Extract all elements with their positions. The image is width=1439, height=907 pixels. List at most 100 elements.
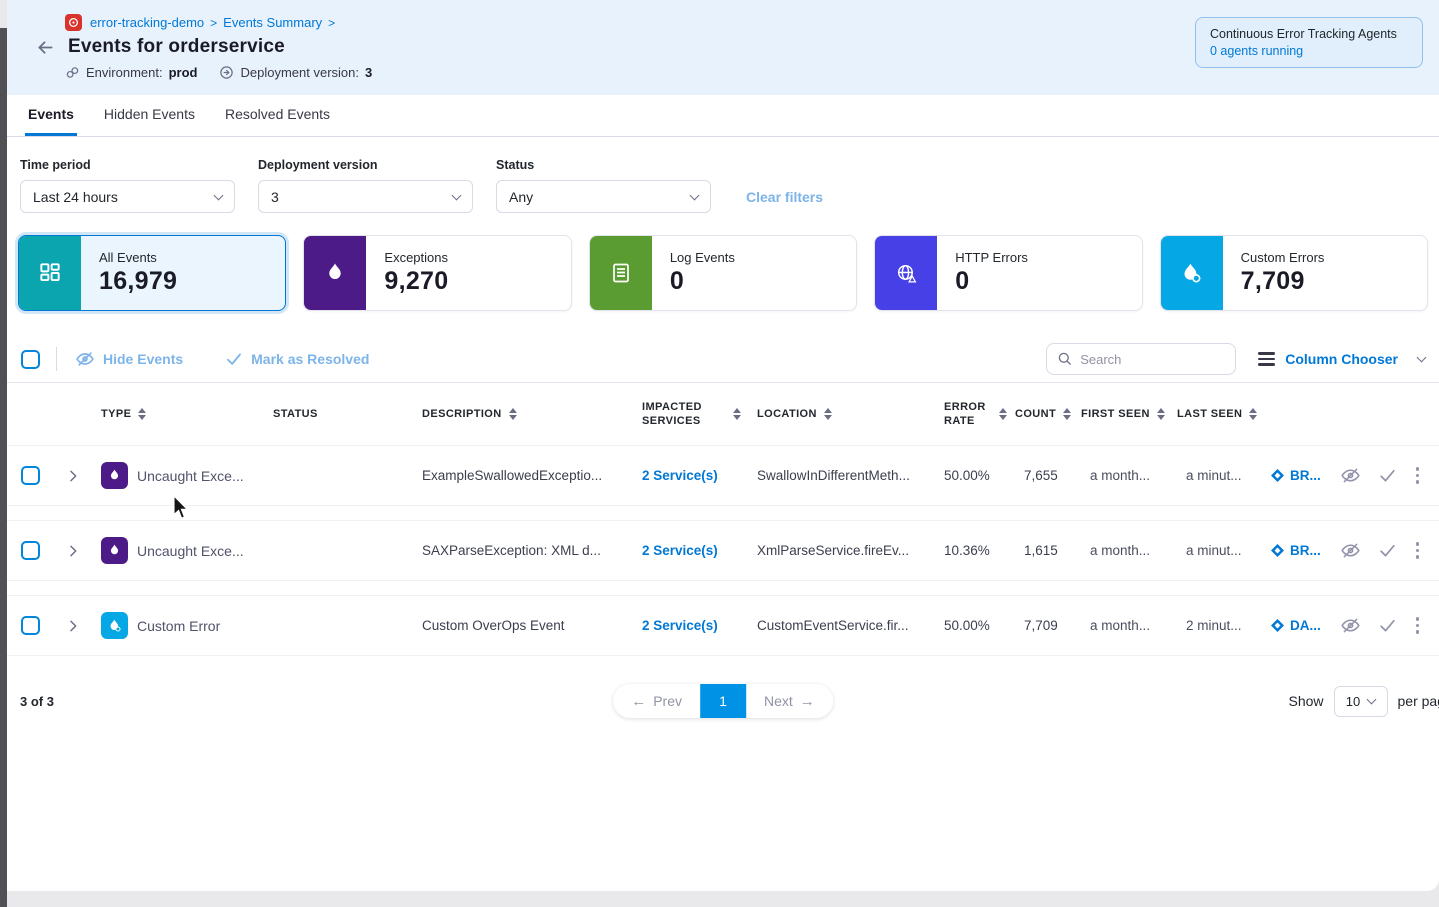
sort-icon[interactable] xyxy=(733,408,741,420)
last-seen: 2 minut... xyxy=(1169,618,1259,633)
search-icon xyxy=(1057,351,1073,367)
tab-hidden-events[interactable]: Hidden Events xyxy=(101,95,198,136)
card-label: Exceptions xyxy=(384,250,448,265)
tab-events[interactable]: Events xyxy=(25,95,77,136)
impacted-services-link[interactable]: 2 Service(s) xyxy=(621,618,718,633)
hide-event-icon[interactable] xyxy=(1340,465,1361,486)
sort-icon[interactable] xyxy=(509,408,517,420)
check-icon xyxy=(225,350,243,368)
page-number-button[interactable]: 1 xyxy=(700,684,746,718)
select-all-checkbox[interactable] xyxy=(21,350,40,369)
sort-icon[interactable] xyxy=(138,408,146,420)
sort-icon[interactable] xyxy=(1157,408,1165,420)
bulk-actions-toolbar: Hide Events Mark as Resolved Column Choo… xyxy=(7,311,1439,375)
prev-page-button[interactable]: ← Prev xyxy=(613,684,700,718)
version-badge[interactable]: DA... xyxy=(1259,618,1335,633)
row-menu-icon[interactable] xyxy=(1414,465,1422,486)
card-value: 0 xyxy=(955,267,1028,296)
events-table: TYPE STATUS DESCRIPTION IMPACTED SERVICE… xyxy=(7,382,1439,656)
time-period-value: Last 24 hours xyxy=(33,189,118,205)
chevron-down-icon xyxy=(452,190,462,200)
version-badge[interactable]: BR... xyxy=(1259,468,1335,483)
event-description: SAXParseException: XML d... xyxy=(401,543,621,558)
status-select[interactable]: Any xyxy=(496,180,711,213)
chevron-down-icon xyxy=(1367,695,1377,705)
table-row: Custom Error Custom OverOps Event 2 Serv… xyxy=(7,595,1439,656)
flame-icon xyxy=(304,236,366,310)
toolbar-divider xyxy=(56,347,57,371)
exception-flame-icon xyxy=(101,537,128,564)
expand-chevron-icon[interactable] xyxy=(65,468,81,484)
row-menu-icon[interactable] xyxy=(1414,615,1422,636)
row-checkbox[interactable] xyxy=(21,616,40,635)
diamond-icon xyxy=(1271,469,1284,482)
back-arrow-icon[interactable] xyxy=(35,37,56,58)
expand-chevron-icon[interactable] xyxy=(65,543,81,559)
card-label: HTTP Errors xyxy=(955,250,1028,265)
row-checkbox[interactable] xyxy=(21,466,40,485)
card-exceptions[interactable]: Exceptions 9,270 xyxy=(303,235,571,311)
deployment-version-select[interactable]: 3 xyxy=(258,180,473,213)
sort-icon[interactable] xyxy=(1063,408,1071,420)
error-tracking-module-icon xyxy=(65,14,82,31)
column-chooser-button[interactable]: Column Chooser xyxy=(1258,351,1425,367)
page-size-select[interactable]: 10 xyxy=(1334,686,1388,717)
tab-resolved-events[interactable]: Resolved Events xyxy=(222,95,333,136)
sort-icon[interactable] xyxy=(1249,408,1257,420)
environment-value: prod xyxy=(169,65,198,80)
per-page-label: per pag xyxy=(1398,693,1439,709)
event-location: XmlParseService.fireEv... xyxy=(741,543,927,558)
card-value: 16,979 xyxy=(99,267,177,296)
hide-events-label: Hide Events xyxy=(103,351,183,367)
header-status: STATUS xyxy=(265,407,401,421)
mark-resolved-button[interactable]: Mark as Resolved xyxy=(225,350,369,368)
next-page-button[interactable]: Next → xyxy=(746,684,833,718)
header-count: COUNT xyxy=(1007,407,1073,421)
arrow-left-icon: ← xyxy=(631,693,646,710)
card-http-errors[interactable]: HTTP Errors 0 xyxy=(874,235,1142,311)
agents-panel: Continuous Error Tracking Agents 0 agent… xyxy=(1195,17,1423,68)
card-label: All Events xyxy=(99,250,177,265)
last-seen: a minut... xyxy=(1169,543,1259,558)
event-type: Uncaught Exce... xyxy=(137,543,244,559)
table-row: Uncaught Exce... SAXParseException: XML … xyxy=(7,520,1439,581)
sort-icon[interactable] xyxy=(999,408,1007,420)
impacted-services-link[interactable]: 2 Service(s) xyxy=(621,543,718,558)
breadcrumb-section-link[interactable]: Events Summary xyxy=(223,15,322,30)
deployment-version-icon xyxy=(219,65,234,80)
mark-resolved-label: Mark as Resolved xyxy=(251,351,369,367)
resolve-event-icon[interactable] xyxy=(1378,541,1397,560)
card-log-events[interactable]: Log Events 0 xyxy=(589,235,857,311)
resolve-event-icon[interactable] xyxy=(1378,466,1397,485)
agents-running-link[interactable]: 0 agents running xyxy=(1210,44,1408,58)
card-custom-errors[interactable]: Custom Errors 7,709 xyxy=(1160,235,1428,311)
deployment-meta: Deployment version: 3 xyxy=(219,65,372,80)
resolve-event-icon[interactable] xyxy=(1378,616,1397,635)
chevron-down-icon xyxy=(690,190,700,200)
header-type: TYPE xyxy=(101,407,265,421)
version-badge[interactable]: BR... xyxy=(1259,543,1335,558)
impacted-services-link[interactable]: 2 Service(s) xyxy=(621,468,718,483)
arrow-right-icon: → xyxy=(800,693,815,710)
event-description: Custom OverOps Event xyxy=(401,618,621,633)
deployment-version-value: 3 xyxy=(365,65,372,80)
environment-label: Environment: xyxy=(86,65,163,80)
search-input[interactable] xyxy=(1080,352,1220,367)
sort-icon[interactable] xyxy=(824,408,832,420)
expand-chevron-icon[interactable] xyxy=(65,618,81,634)
time-period-select[interactable]: Last 24 hours xyxy=(20,180,235,213)
breadcrumb-project-link[interactable]: error-tracking-demo xyxy=(90,15,204,30)
hide-events-button[interactable]: Hide Events xyxy=(75,349,183,369)
card-all-events[interactable]: All Events 16,979 xyxy=(18,235,286,311)
status-filter-value: Any xyxy=(509,189,533,205)
event-description: ExampleSwallowedExceptio... xyxy=(401,468,621,483)
clear-filters-button[interactable]: Clear filters xyxy=(746,189,823,205)
hide-event-icon[interactable] xyxy=(1340,615,1361,636)
status-filter-label: Status xyxy=(496,158,711,172)
header-last-seen: LAST SEEN xyxy=(1169,407,1259,421)
table-header-row: TYPE STATUS DESCRIPTION IMPACTED SERVICE… xyxy=(7,383,1439,445)
hide-event-icon[interactable] xyxy=(1340,540,1361,561)
row-menu-icon[interactable] xyxy=(1414,540,1422,561)
pagination-summary: 3 of 3 xyxy=(20,694,54,709)
row-checkbox[interactable] xyxy=(21,541,40,560)
